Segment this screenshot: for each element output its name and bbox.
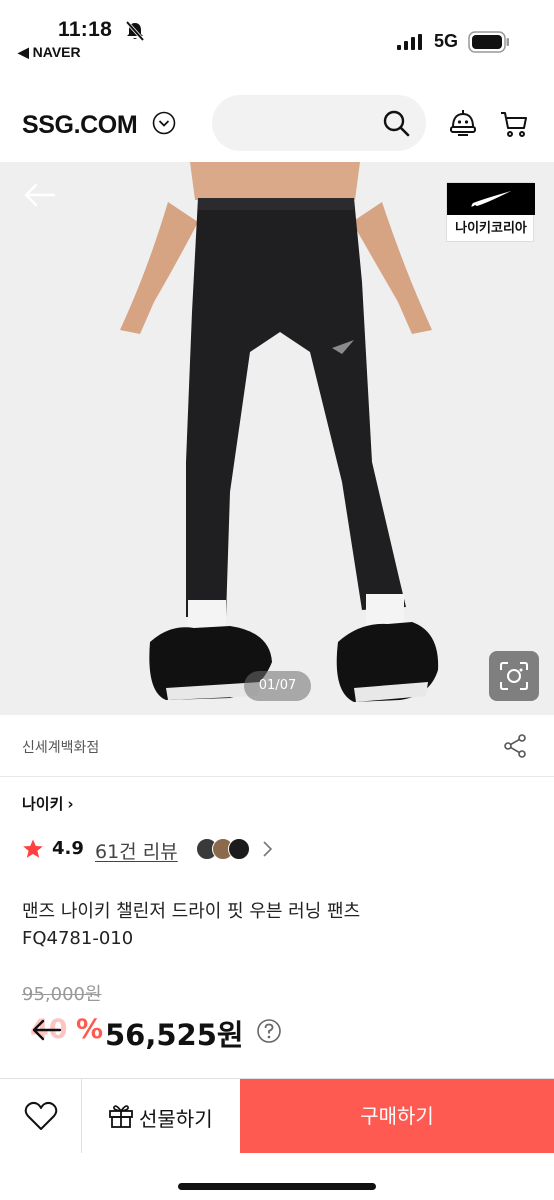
site-logo[interactable]: SSG.COM [22,111,138,140]
share-icon[interactable] [502,733,528,759]
review-thumbnails[interactable] [196,838,256,860]
camera-scan-icon [500,662,528,690]
chevron-down-circle-icon[interactable] [152,111,176,135]
original-price: 95,000원 [22,984,102,1005]
product-image-carousel[interactable]: 나이키코리아 01/07 [0,162,554,715]
star-icon [23,839,43,858]
review-count-link[interactable]: 61건 리뷰 [95,837,178,864]
help-icon[interactable] [256,1018,282,1044]
chevron-right-icon: › [67,795,74,813]
price-row: 40 % 56,525원 [0,1008,554,1054]
network-label: 5G [434,31,459,51]
heart-icon [24,1101,58,1130]
seller-row: 신세계백화점 [0,715,554,777]
brand-badge: 나이키코리아 [446,182,535,242]
wishlist-button[interactable] [0,1079,82,1153]
rating-value: 4.9 [52,838,84,859]
site-header: SSG.COM [0,68,554,162]
image-back-arrow-icon[interactable] [22,182,56,208]
image-counter: 01/07 [244,671,311,701]
gift-button[interactable]: 선물하기 [82,1079,240,1153]
nike-swoosh-logo [447,183,535,215]
visual-search-button[interactable] [489,651,539,701]
sale-price: 56,525원 [105,1018,244,1052]
chevron-right-icon[interactable] [261,840,273,858]
gift-icon [109,1105,133,1128]
bottom-action-bar: 선물하기 구매하기 [0,1078,554,1200]
bell-off-icon [125,20,145,42]
home-indicator [178,1183,376,1190]
rating-row: 4.9 61건 리뷰 [0,832,554,866]
brand-link[interactable]: 나이키 › [22,793,74,814]
brand-label: 나이키 [22,795,64,813]
brand-badge-label: 나이키코리아 [455,221,527,236]
signal-icon [397,34,422,50]
cart-icon[interactable] [499,109,529,139]
product-title: 맨즈 나이키 챌린저 드라이 핏 우븐 러닝 팬츠 FQ4781-010 [22,898,532,952]
back-to-app-link[interactable]: ◀ NAVER [18,44,81,61]
seller-name[interactable]: 신세계백화점 [22,737,99,757]
buy-button[interactable]: 구매하기 [240,1079,554,1153]
product-photo [120,162,439,702]
search-icon[interactable] [382,109,410,137]
gift-button-label: 선물하기 [139,1107,213,1131]
review-thumbnail [228,838,250,860]
battery-icon [468,31,509,53]
status-time: 11:18 [58,18,113,41]
discount-percent-sign: % [76,1014,104,1045]
status-bar: 11:18 ◀ NAVER 5G [0,0,554,68]
chatbot-icon[interactable] [448,109,478,139]
product-model-code: FQ4781-010 [22,928,134,949]
back-arrow-icon[interactable] [30,1017,62,1043]
product-title-line: 맨즈 나이키 챌린저 드라이 핏 우븐 러닝 팬츠 [22,901,361,922]
